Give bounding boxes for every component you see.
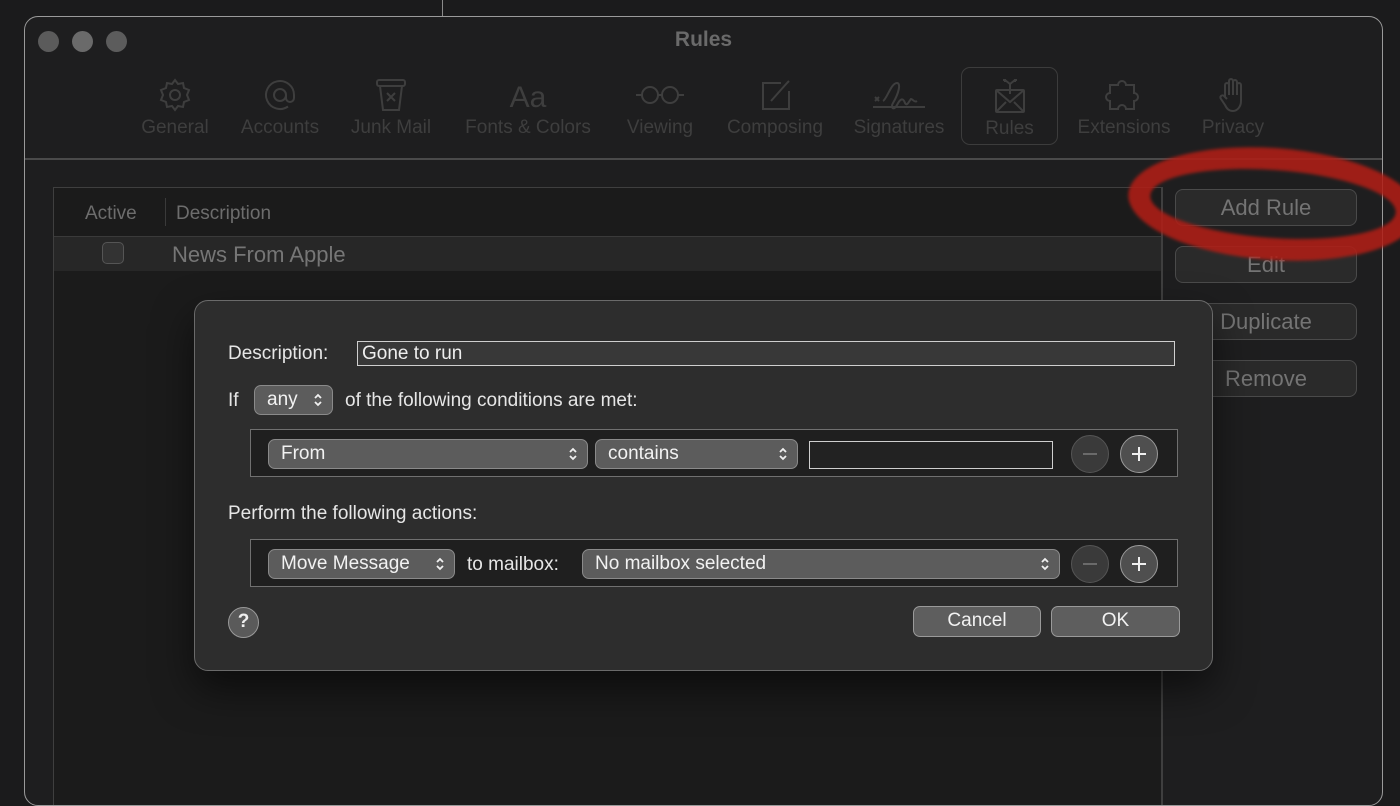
rule-editor-dialog: Description: If any of the following con…	[194, 300, 1213, 671]
add-action-button[interactable]	[1120, 545, 1158, 583]
remove-condition-button[interactable]	[1071, 435, 1109, 473]
toolbar-label: Signatures	[853, 117, 945, 138]
help-button[interactable]: ?	[228, 607, 259, 638]
minus-icon	[1083, 563, 1097, 565]
at-sign-icon	[265, 80, 295, 110]
condition-row: From contains	[250, 429, 1178, 477]
add-condition-button[interactable]	[1120, 435, 1158, 473]
column-header-active[interactable]: Active	[85, 203, 137, 225]
conditions-suffix-label: of the following conditions are met:	[345, 390, 638, 411]
plus-icon	[1132, 557, 1146, 571]
actions-label: Perform the following actions:	[228, 503, 478, 524]
match-selector-value: any	[267, 389, 298, 410]
toolbar-item-viewing[interactable]: Viewing	[615, 67, 705, 145]
column-header-description[interactable]: Description	[176, 203, 271, 225]
toolbar-label: Viewing	[626, 117, 694, 138]
puzzle-icon	[1105, 80, 1139, 110]
window-title: Rules	[674, 28, 733, 51]
remove-action-button[interactable]	[1071, 545, 1109, 583]
toolbar-label: Fonts & Colors	[465, 117, 591, 138]
mailbox-popup[interactable]: No mailbox selected	[582, 549, 1060, 579]
minus-icon	[1083, 453, 1097, 455]
condition-operator-popup[interactable]: contains	[595, 439, 798, 469]
toolbar-item-fonts-colors[interactable]: Aa Fonts & Colors	[455, 67, 601, 145]
condition-operator-value: contains	[608, 443, 679, 464]
toolbar-label: Accounts	[240, 117, 320, 138]
action-type-value: Move Message	[281, 553, 410, 574]
rules-envelope-icon	[994, 79, 1025, 113]
description-label: Description:	[228, 343, 329, 364]
glasses-icon	[636, 86, 684, 104]
toolbar-item-general[interactable]: General	[135, 67, 215, 145]
svg-text:Aa: Aa	[510, 81, 547, 114]
gear-icon	[159, 78, 191, 112]
preferences-toolbar: General Accounts Junk Mail Aa Fonts & Co…	[25, 67, 1382, 157]
up-down-chevron-icon	[1041, 557, 1049, 571]
description-field[interactable]	[357, 341, 1175, 366]
signature-icon	[873, 81, 925, 110]
junk-bin-icon	[376, 79, 406, 111]
toolbar-item-composing[interactable]: Composing	[719, 67, 831, 145]
to-mailbox-label: to mailbox:	[467, 554, 559, 575]
toolbar-label: Composing	[726, 117, 824, 138]
toolbar-item-accounts[interactable]: Accounts	[233, 67, 327, 145]
hand-icon	[1219, 78, 1242, 113]
mailbox-value: No mailbox selected	[595, 553, 767, 574]
toolbar-label: General	[141, 117, 209, 138]
font-icon: Aa	[510, 81, 547, 114]
compose-icon	[762, 80, 790, 110]
rule-description: News From Apple	[172, 242, 346, 267]
background-divider	[442, 0, 443, 16]
if-label: If	[228, 390, 239, 411]
toolbar-label: Privacy	[1201, 117, 1265, 138]
action-type-popup[interactable]: Move Message	[268, 549, 455, 579]
cancel-button[interactable]: Cancel	[913, 606, 1041, 637]
toolbar-label: Rules	[985, 118, 1034, 139]
toolbar-item-privacy[interactable]: Privacy	[1193, 67, 1273, 145]
condition-field-value: From	[281, 443, 326, 464]
plus-icon	[1132, 447, 1146, 461]
toolbar-label: Extensions	[1077, 117, 1171, 138]
ok-button[interactable]: OK	[1051, 606, 1180, 637]
active-checkbox[interactable]	[102, 242, 124, 264]
up-down-chevron-icon	[314, 393, 322, 407]
up-down-chevron-icon	[779, 447, 787, 461]
up-down-chevron-icon	[436, 557, 444, 571]
table-header: Active Description	[54, 188, 1162, 237]
action-row: Move Message to mailbox: No mailbox sele…	[250, 539, 1178, 587]
toolbar-item-rules[interactable]: Rules	[961, 67, 1058, 145]
condition-value-field[interactable]	[809, 441, 1053, 469]
table-row[interactable]: News From Apple	[54, 237, 1162, 271]
toolbar-item-extensions[interactable]: Extensions	[1071, 67, 1177, 145]
condition-field-popup[interactable]: From	[268, 439, 588, 469]
column-divider	[165, 198, 166, 226]
toolbar-label: Junk Mail	[350, 117, 432, 138]
match-any-all-popup[interactable]: any	[254, 385, 333, 415]
toolbar-item-junk-mail[interactable]: Junk Mail	[343, 67, 439, 145]
toolbar-item-signatures[interactable]: Signatures	[847, 67, 951, 145]
up-down-chevron-icon	[569, 447, 577, 461]
